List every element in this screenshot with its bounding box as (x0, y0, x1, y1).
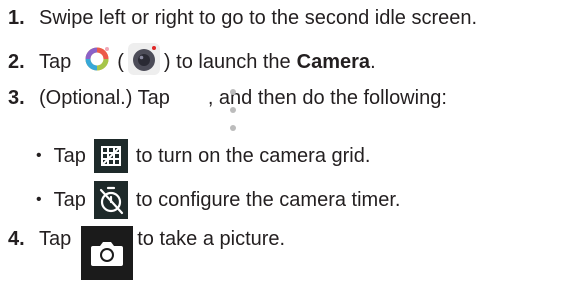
step-text-pre: Tap (39, 228, 72, 250)
bullet-text-pre: Tap (53, 188, 86, 211)
shutter-icon (81, 226, 134, 280)
bullet-text-post: to turn on the camera grid. (135, 144, 371, 167)
grid-icon (93, 139, 128, 173)
camera-app-lens-icon (126, 41, 162, 83)
bullet-marker: • (36, 147, 42, 164)
camera-app-name: Camera (296, 50, 371, 73)
step-text: Swipe left or right to go to the second … (39, 6, 478, 29)
step-number: 2. (8, 50, 25, 73)
step-number: 1. (8, 6, 25, 29)
step-text-post: . (370, 50, 376, 73)
step-1: 1. Swipe left or right to go to the seco… (8, 4, 477, 32)
bullet-marker: • (36, 191, 42, 208)
more-options-icon (226, 84, 240, 141)
bullet-text-post: to configure the camera timer. (135, 188, 401, 211)
bullet-text-pre: Tap (53, 144, 86, 167)
step-number: 4. (8, 228, 25, 250)
step-text-post: to take a picture. (137, 228, 286, 250)
step-text-mid: ) to launch the (163, 50, 291, 73)
step-4: 4. Tap to take a picture. (8, 226, 285, 280)
step-text-pre: Tap (39, 50, 72, 73)
step-number: 3. (8, 86, 25, 109)
step-text-paren-open: ( (117, 50, 124, 73)
bullet-2: • Tap to configure the camera timer. (36, 180, 400, 220)
camera-app-ring-icon (83, 45, 111, 79)
step-text-pre: (Optional.) Tap (39, 86, 170, 109)
step-2: 2. Tap ( ) to launch the Camera . (8, 42, 376, 82)
step-text-post: , and then do the following: (207, 86, 447, 109)
bullet-1: • Tap to turn on the camera grid. (36, 138, 370, 174)
timer-icon (93, 181, 128, 219)
